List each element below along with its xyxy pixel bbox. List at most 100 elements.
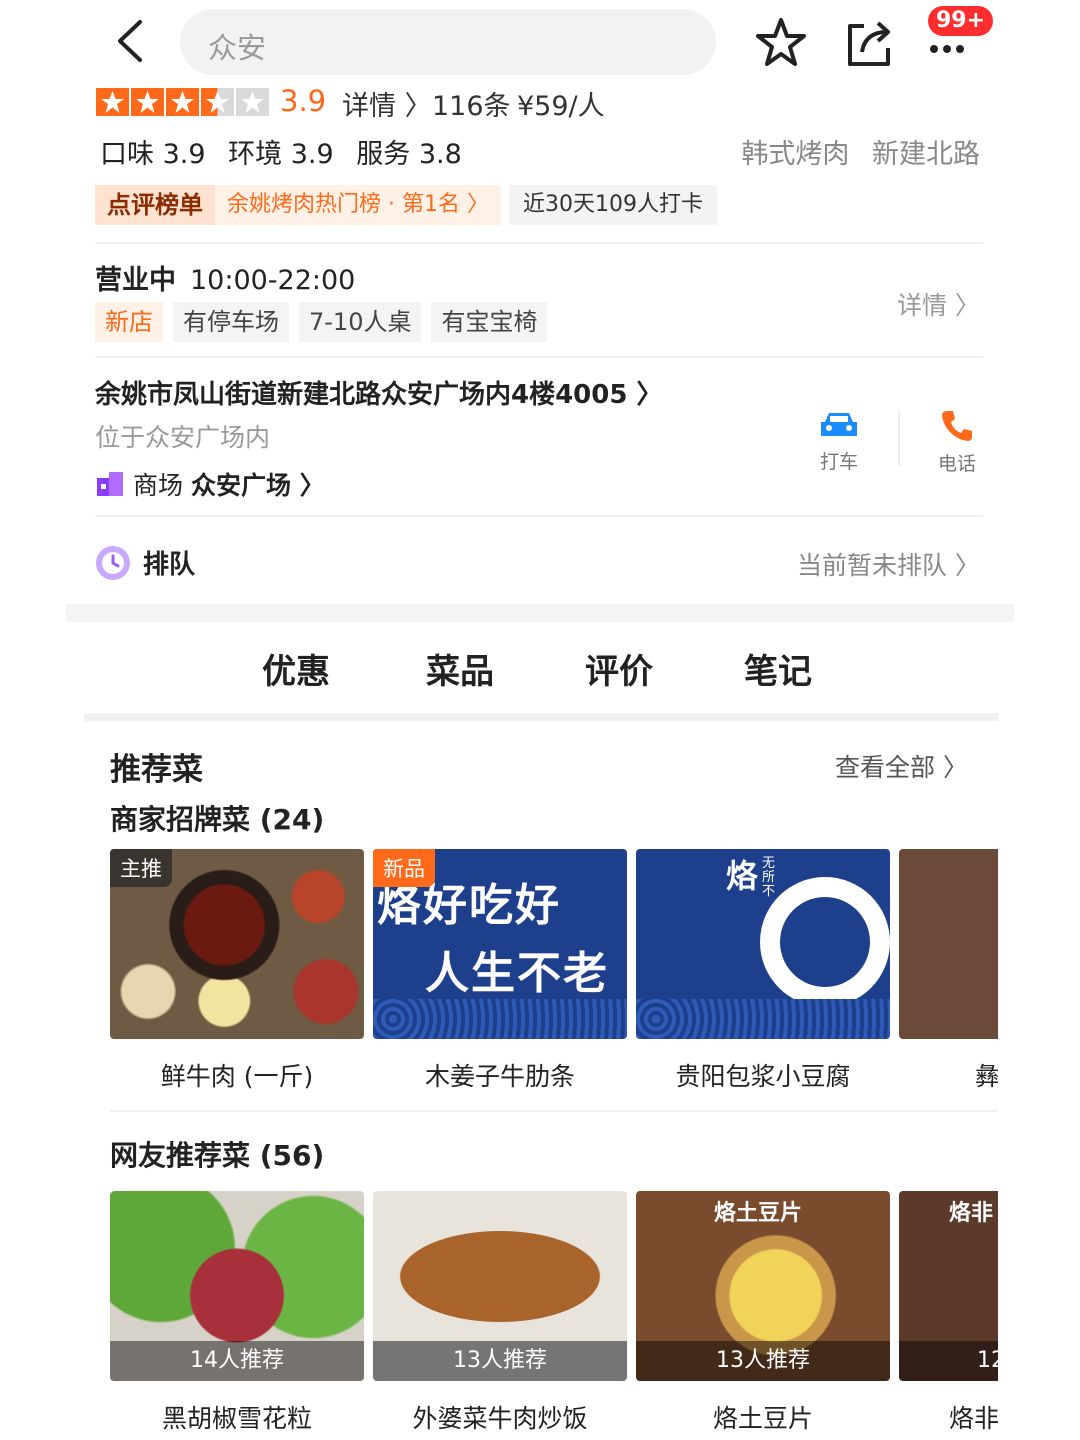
- car-icon: [821, 413, 857, 436]
- netizen-title: 网友推荐菜 (56): [110, 1139, 325, 1172]
- dish-image: 主推: [110, 849, 364, 1039]
- recommend-count: 12: [899, 1341, 998, 1381]
- dish-image: [899, 849, 998, 1039]
- ranking-tag[interactable]: 点评榜单 余姚烤肉热门榜 · 第1名 〉: [95, 185, 501, 225]
- recommend-count: 14人推荐: [110, 1341, 364, 1381]
- signature-title: 商家招牌菜 (24): [110, 803, 325, 836]
- categories: 韩式烤肉 新建北路: [727, 132, 980, 171]
- dish-image-text: 烙土豆片: [714, 1201, 803, 1226]
- favorite-button[interactable]: [752, 14, 810, 72]
- recommend-count: 13人推荐: [373, 1341, 627, 1381]
- dish-name: 木姜子牛肋条: [424, 1062, 575, 1091]
- dish-name: 黑胡椒雪花粒: [161, 1404, 312, 1433]
- divider: [95, 515, 983, 517]
- divider: [110, 1110, 998, 1112]
- checkin-tag: 近30天109人打卡: [509, 185, 717, 225]
- dish-name: 烙土豆片: [712, 1404, 813, 1433]
- dish-name: 贵阳包浆小豆腐: [675, 1062, 851, 1091]
- environment-score: 环境 3.9: [228, 139, 334, 170]
- review-count: 116条: [432, 91, 511, 122]
- mall-icon: [97, 472, 123, 496]
- dish-name: 鲜牛肉 (一斤): [160, 1062, 314, 1091]
- dish-card[interactable]: 烙 无所不 贵阳包浆小豆腐: [636, 849, 890, 1093]
- search-input[interactable]: 众安: [180, 9, 716, 75]
- signature-dishes: 主推 鲜牛肉 (一斤) 烙好吃好 人生不老 新品 木姜子牛肋条 烙 无所不 贵阳…: [110, 849, 998, 1093]
- facility-tags: 新店 有停车场 7-10人桌 有宝宝椅: [95, 302, 548, 342]
- section-gap: [66, 604, 1014, 622]
- dish-card[interactable]: 彝: [899, 849, 998, 1093]
- service-score: 服务 3.8: [356, 139, 462, 170]
- phone-button[interactable]: 电话: [930, 408, 984, 476]
- chef-logo-inner: [780, 897, 870, 987]
- subscores: 口味 3.9 环境 3.9 服务 3.8: [100, 132, 476, 171]
- address-link[interactable]: 余姚市凤山街道新建北路众安广场内4楼4005 〉: [95, 374, 663, 411]
- tag-new-store: 新店: [95, 302, 163, 342]
- dish-image: 烙好吃好 人生不老 新品: [373, 849, 627, 1039]
- category-area[interactable]: 新建北路: [872, 139, 980, 170]
- dish-label: 主推: [110, 849, 172, 887]
- dish-image: 烙土豆片 13人推荐: [636, 1191, 890, 1381]
- dish-image: 14人推荐: [110, 1191, 364, 1381]
- taxi-button[interactable]: 打车: [812, 408, 866, 474]
- back-button[interactable]: [108, 16, 158, 66]
- dish-card[interactable]: 烙好吃好 人生不老 新品 木姜子牛肋条: [373, 849, 627, 1093]
- rating-score: 3.9: [280, 84, 327, 118]
- dish-image: 烙 无所不: [636, 849, 890, 1039]
- tag-parking: 有停车场: [173, 302, 289, 342]
- dish-image-text: 烙: [726, 857, 759, 895]
- tag-table-size: 7-10人桌: [299, 302, 422, 342]
- search-text: 众安: [208, 31, 267, 65]
- star-icon: [756, 18, 806, 66]
- recommend-count: 13人推荐: [636, 1341, 890, 1381]
- dish-card[interactable]: 主推 鲜牛肉 (一斤): [110, 849, 364, 1093]
- see-all-link[interactable]: 查看全部 〉: [835, 748, 968, 784]
- tab-notes[interactable]: 笔记: [744, 644, 812, 693]
- mall-link[interactable]: 商场 众安广场 〉: [95, 466, 325, 502]
- mall-prefix: 商场: [133, 471, 184, 500]
- tab-bar-bottom: [84, 713, 998, 721]
- clock-icon: [96, 545, 130, 580]
- queue-label: 排队: [143, 550, 196, 580]
- business-time: 10:00-22:00: [190, 265, 356, 296]
- category-cuisine[interactable]: 韩式烤肉: [741, 139, 849, 170]
- divider: [95, 242, 983, 244]
- business-status: 营业中: [95, 265, 176, 296]
- dish-name: 外婆菜牛肉炒饭: [412, 1404, 588, 1433]
- share-button[interactable]: [842, 14, 900, 72]
- dish-card[interactable]: 13人推荐 外婆菜牛肉炒饭: [373, 1191, 627, 1435]
- dish-card[interactable]: 烙土豆片 13人推荐 烙土豆片: [636, 1191, 890, 1435]
- queue-row[interactable]: 排队: [95, 544, 195, 581]
- tab-dishes[interactable]: 菜品: [426, 644, 494, 693]
- more-dots-icon: [930, 38, 969, 57]
- dish-label: 新品: [373, 849, 435, 887]
- notification-badge: 99+: [928, 6, 994, 36]
- queue-status[interactable]: 当前暂未排队 〉: [797, 546, 980, 582]
- dish-card[interactable]: 烙非 12 烙非: [899, 1191, 998, 1435]
- avg-price: ¥59/人: [517, 91, 605, 122]
- pattern-band: [373, 999, 627, 1039]
- recommend-title: 推荐菜: [110, 752, 203, 788]
- tab-deals[interactable]: 优惠: [258, 644, 334, 693]
- chevron-left-icon: [118, 20, 142, 62]
- hours-detail-link[interactable]: 详情 〉: [897, 286, 980, 322]
- phone-icon: [942, 411, 972, 441]
- tab-bar: 优惠 菜品 评价 笔记: [0, 644, 1080, 704]
- dish-image-text: 人生不老: [425, 948, 609, 999]
- ranking-text: 余姚烤肉热门榜 · 第1名 〉: [215, 185, 501, 225]
- tab-reviews[interactable]: 评价: [585, 644, 653, 693]
- phone-label: 电话: [937, 453, 976, 475]
- divider: [95, 356, 983, 358]
- rating-stars: [96, 88, 269, 116]
- ranking-title: 点评榜单: [95, 185, 215, 225]
- share-icon: [848, 21, 890, 66]
- dish-name: 彝: [975, 1062, 998, 1091]
- rating-detail-link[interactable]: 详情 〉: [342, 84, 432, 123]
- dish-card[interactable]: 14人推荐 黑胡椒雪花粒: [110, 1191, 364, 1435]
- taxi-label: 打车: [819, 451, 858, 473]
- divider: [898, 410, 900, 466]
- tag-baby-chair: 有宝宝椅: [431, 302, 548, 342]
- dish-image-text: 烙非: [949, 1201, 994, 1226]
- taste-score: 口味 3.9: [100, 139, 206, 170]
- mall-name: 众安广场 〉: [191, 471, 325, 500]
- netizen-dishes: 14人推荐 黑胡椒雪花粒 13人推荐 外婆菜牛肉炒饭 烙土豆片 13人推荐 烙土…: [110, 1191, 998, 1435]
